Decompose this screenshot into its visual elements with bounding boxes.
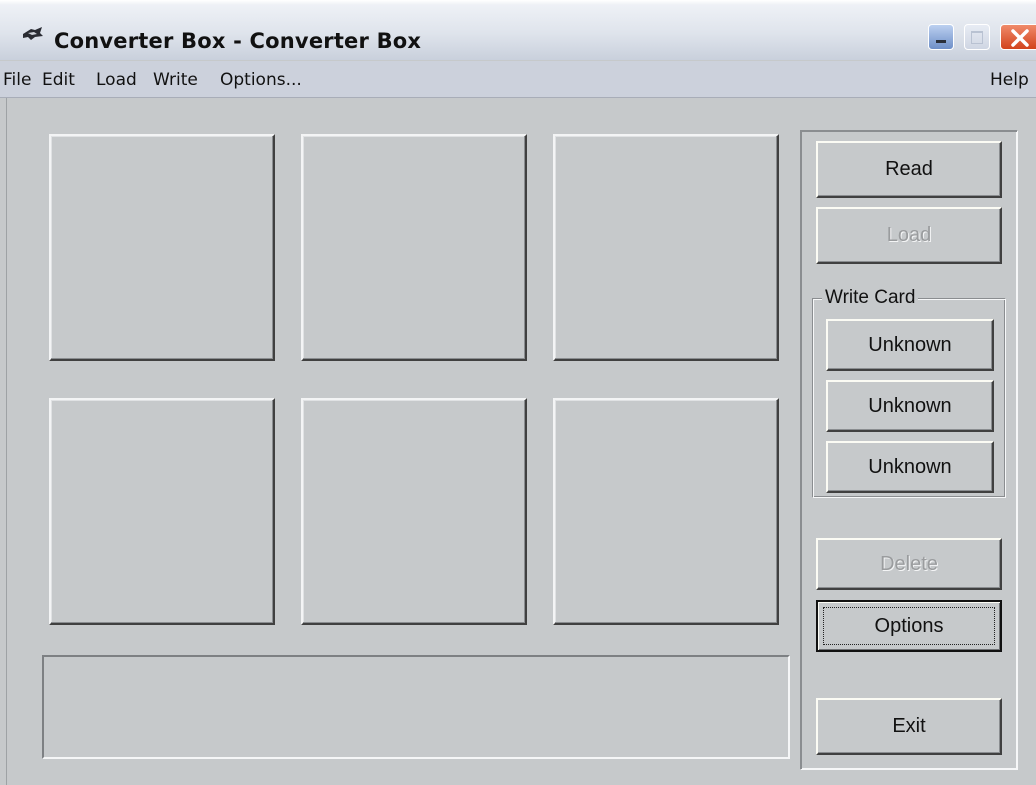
load-button[interactable]: Load (816, 207, 1002, 264)
exit-button-label: Exit (892, 715, 926, 737)
load-button-label: Load (886, 224, 932, 246)
menu-write[interactable]: Write (153, 70, 198, 90)
write-card-slot-2-label: Unknown (868, 394, 952, 417)
minimize-icon[interactable] (928, 24, 954, 50)
card-slot-5[interactable] (301, 398, 527, 625)
card-slot-2[interactable] (301, 134, 527, 361)
read-button-label: Read (885, 158, 933, 180)
menu-write-label: Write (153, 70, 198, 90)
card-slot-6[interactable] (553, 398, 779, 625)
status-box (42, 655, 790, 759)
card-slot-4[interactable] (49, 398, 275, 625)
window-title: Converter Box - Converter Box (54, 29, 422, 53)
menu-file-label: File (3, 70, 32, 90)
menu-bar: File Edit Load Write Options... Help (0, 61, 1036, 98)
write-card-slot-1-button[interactable]: Unknown (826, 319, 994, 371)
close-icon[interactable] (1000, 24, 1036, 50)
converter-box-window: Converter Box - Converter Box File Edit … (0, 0, 1036, 785)
menu-load[interactable]: Load (96, 70, 137, 90)
focus-ring (823, 607, 995, 645)
write-card-slot-3-label: Unknown (868, 455, 952, 478)
card-slot-1[interactable] (49, 134, 275, 361)
title-bar[interactable]: Converter Box - Converter Box (0, 0, 1036, 60)
maximize-icon[interactable] (964, 24, 990, 50)
window-left-edge (0, 98, 7, 785)
menu-options-label: Options... (220, 70, 302, 90)
menu-load-label: Load (96, 70, 137, 90)
card-slot-3[interactable] (553, 134, 779, 361)
delete-button-label: Delete (880, 552, 938, 575)
delete-button[interactable]: Delete (816, 538, 1002, 590)
menu-edit-label: Edit (42, 70, 75, 90)
exit-button[interactable]: Exit (816, 698, 1002, 755)
menu-help-label: Help (990, 70, 1029, 90)
write-card-slot-1-label: Unknown (868, 333, 952, 356)
write-card-group-label: Write Card (822, 287, 919, 309)
menu-file[interactable]: File (3, 70, 31, 90)
menu-help[interactable]: Help (990, 70, 1029, 90)
read-button[interactable]: Read (816, 141, 1002, 198)
app-icon (23, 27, 43, 40)
write-card-slot-2-button[interactable]: Unknown (826, 380, 994, 432)
menu-options[interactable]: Options... (220, 70, 302, 90)
write-card-slot-3-button[interactable]: Unknown (826, 441, 994, 493)
options-button[interactable]: Options (816, 600, 1002, 652)
menu-edit[interactable]: Edit (42, 70, 75, 90)
